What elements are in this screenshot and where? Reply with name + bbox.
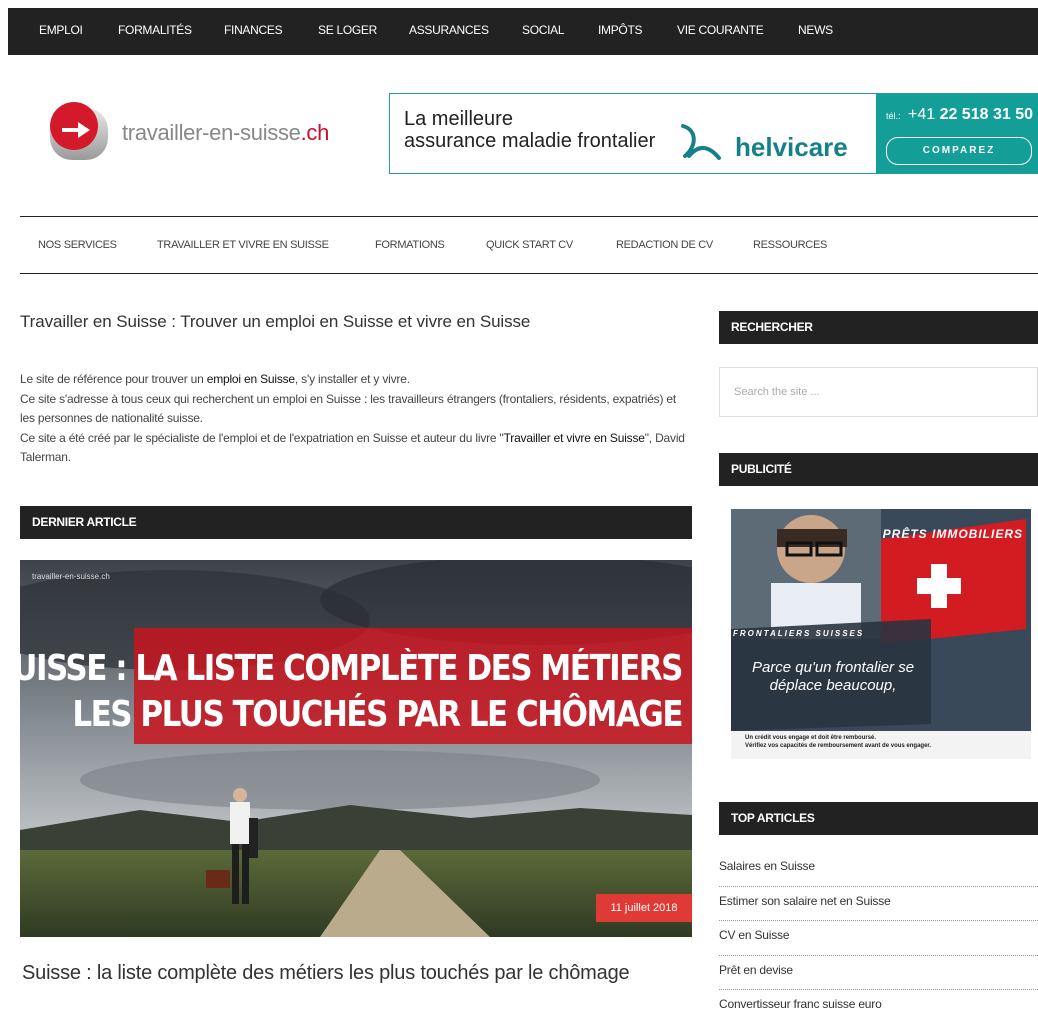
ad-legal-text: Un crédit vous engage et doit être rembo… bbox=[745, 735, 932, 749]
site-logo[interactable]: travailler-en-suisse.ch bbox=[44, 98, 344, 168]
emploi-link[interactable]: emploi en Suisse bbox=[207, 372, 295, 386]
top-article-item[interactable]: Prêt en devise bbox=[719, 956, 1038, 990]
subnav-item-redaction-cv[interactable]: REDACTION DE CV bbox=[616, 239, 713, 251]
ad-subline: FRONTALIERS SUISSES bbox=[733, 629, 865, 638]
hero-logo-text: travailler-en-suisse.ch bbox=[32, 572, 110, 581]
helvicare-logo-icon bbox=[681, 124, 721, 160]
topnav-item-emploi[interactable]: EMPLOI bbox=[39, 23, 83, 37]
topnav-item-finances[interactable]: FINANCES bbox=[224, 23, 283, 37]
latest-article-title[interactable]: Suisse : la liste complète des métiers l… bbox=[22, 960, 682, 986]
logo-text: travailler-en-suisse.ch bbox=[122, 120, 330, 145]
intro-paragraph-2: Ce site s'adresse à tous ceux qui recher… bbox=[20, 391, 677, 426]
ad-text: Parce qu'un frontalier se déplace beauco… bbox=[751, 659, 915, 694]
top-articles-list: Salaires en Suisse Estimer son salaire n… bbox=[719, 852, 1038, 1019]
mortgage-ad[interactable]: PRÊTS IMMOBILIERS FRONTALIERS SUISSES Pa… bbox=[731, 509, 1031, 759]
article-date-badge: 11 juillet 2018 bbox=[596, 894, 692, 922]
subnav-item-quick-start-cv[interactable]: QUICK START CV bbox=[486, 239, 573, 251]
latest-article-image[interactable]: travailler-en-suisse.ch SUISSE : LA LIST… bbox=[20, 560, 692, 937]
top-navigation: EMPLOI FORMALITÉS FINANCES SE LOGER ASSU… bbox=[8, 8, 1038, 55]
hero-title-line-1: SUISSE : LA LISTE COMPLÈTE DES MÉTIERS bbox=[20, 648, 683, 690]
topnav-item-social[interactable]: SOCIAL bbox=[522, 23, 565, 37]
subnav-item-nos-services[interactable]: NOS SERVICES bbox=[38, 239, 117, 251]
top-article-item[interactable]: CV en Suisse bbox=[719, 921, 1038, 956]
topnav-item-vie-courante[interactable]: VIE COURANTE bbox=[677, 23, 764, 37]
topnav-item-formalites[interactable]: FORMALITÉS bbox=[118, 23, 192, 37]
ad-headline: PRÊTS IMMOBILIERS bbox=[882, 527, 1023, 541]
intro-paragraph-3: Ce site a été créé par le spécialiste de… bbox=[20, 430, 685, 465]
banner-phone: tél.: +41 22 518 31 50 bbox=[886, 106, 1033, 123]
subnav-item-formations[interactable]: FORMATIONS bbox=[375, 239, 445, 251]
intro-text: Le site de référence pour trouver un emp… bbox=[20, 370, 690, 468]
banner-headline: La meilleure assurance maladie frontalie… bbox=[404, 108, 656, 152]
search-box bbox=[719, 367, 1038, 417]
top-article-item[interactable]: Salaires en Suisse bbox=[719, 852, 1038, 887]
page-title: Travailler en Suisse : Trouver un emploi… bbox=[20, 312, 531, 331]
subnav-item-ressources[interactable]: RESSOURCES bbox=[753, 239, 827, 251]
logo-mark-icon bbox=[50, 102, 108, 160]
hero-title-line-2: LES PLUS TOUCHÉS PAR LE CHÔMAGE bbox=[72, 694, 683, 736]
book-link[interactable]: Travailler et vivre en Suisse bbox=[504, 431, 645, 445]
compare-button[interactable]: COMPAREZ bbox=[886, 137, 1032, 165]
topnav-item-impots[interactable]: IMPÔTS bbox=[598, 23, 643, 37]
top-article-item[interactable]: Estimer son salaire net en Suisse bbox=[719, 887, 1038, 921]
subnav-item-travailler-vivre[interactable]: TRAVAILLER ET VIVRE EN SUISSE bbox=[157, 239, 329, 251]
topnav-item-se-loger[interactable]: SE LOGER bbox=[318, 23, 377, 37]
advertising-heading: PUBLICITÉ bbox=[719, 453, 1038, 486]
storm-field-illustration bbox=[20, 560, 692, 937]
search-input[interactable] bbox=[721, 369, 1037, 415]
secondary-navigation: NOS SERVICES TRAVAILLER ET VIVRE EN SUIS… bbox=[20, 216, 1038, 274]
search-heading: RECHERCHER bbox=[719, 311, 1038, 344]
topnav-item-assurances[interactable]: ASSURANCES bbox=[409, 23, 489, 37]
helvicare-banner[interactable]: La meilleure assurance maladie frontalie… bbox=[389, 93, 1038, 174]
banner-brand: helvicare bbox=[735, 132, 848, 162]
top-article-item[interactable]: Convertisseur franc suisse euro bbox=[719, 990, 1038, 1019]
top-articles-heading: TOP ARTICLES bbox=[719, 802, 1038, 835]
intro-paragraph-1: Le site de référence pour trouver un emp… bbox=[20, 372, 410, 386]
banner-cta-panel: tél.: +41 22 518 31 50 COMPAREZ bbox=[876, 94, 1038, 173]
latest-article-heading: DERNIER ARTICLE bbox=[20, 506, 692, 539]
topnav-item-news[interactable]: NEWS bbox=[798, 23, 833, 37]
